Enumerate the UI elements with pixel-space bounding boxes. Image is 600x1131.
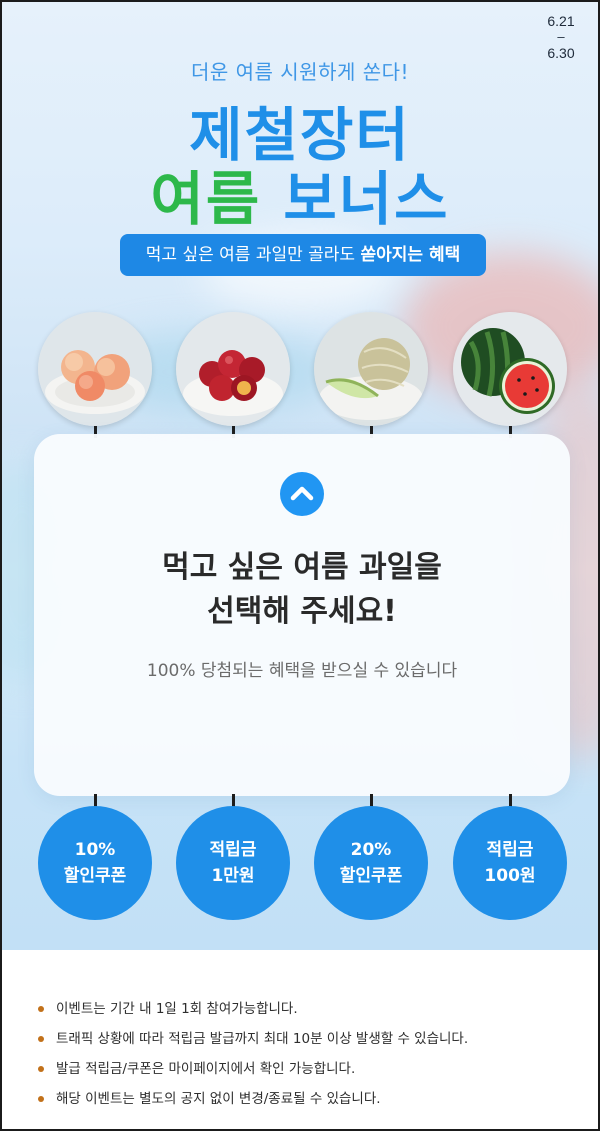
hero-subtitle: 더운 여름 시원하게 쏜다! (190, 60, 410, 84)
pill-bold-text: 쏟아지는 혜택 (360, 245, 461, 265)
fruit-melon-button[interactable] (314, 312, 428, 426)
card-title-line2: 선택해 주세요! (207, 594, 397, 629)
event-period: 6.21 – 6.30 (540, 12, 582, 62)
hero-title-line2: 여름 보너스 (2, 152, 598, 236)
reward-coupon-20[interactable]: 20% 할인쿠폰 (314, 806, 428, 920)
fruit-peach-button[interactable] (38, 312, 152, 426)
bullet-icon (38, 1066, 44, 1072)
hero-section: 6.21 – 6.30 더운 여름 시원하게 쏜다! 제철장터 여름 보너스 먹… (2, 2, 598, 950)
note-text: 이벤트는 기간 내 1일 1회 참여가능합니다. (56, 1001, 298, 1017)
note-item: 해당 이벤트는 별도의 공지 없이 변경/종료될 수 있습니다. (38, 1084, 578, 1114)
note-text: 해당 이벤트는 별도의 공지 없이 변경/종료될 수 있습니다. (56, 1091, 381, 1107)
reward-line2: 1만원 (211, 866, 255, 886)
chevron-up-icon (290, 486, 314, 501)
melon-image (314, 312, 428, 426)
watermelon-image (453, 312, 567, 426)
date-start: 6.21 (547, 13, 575, 29)
selection-card: 먹고 싶은 여름 과일을 선택해 주세요! 100% 당첨되는 혜택을 받으실 … (34, 434, 570, 796)
chevron-up-button[interactable] (280, 472, 324, 516)
fruit-watermelon-button[interactable] (453, 312, 567, 426)
plum-image (176, 312, 290, 426)
bullet-icon (38, 1006, 44, 1012)
reward-line1: 적립금 (486, 840, 534, 860)
date-dash: – (557, 29, 565, 44)
hero-title-summer: 여름 (150, 165, 262, 233)
card-description: 100% 당첨되는 혜택을 받으실 수 있습니다 (146, 661, 458, 681)
bullet-icon (38, 1096, 44, 1102)
reward-coupon-10[interactable]: 10% 할인쿠폰 (38, 806, 152, 920)
card-title: 먹고 싶은 여름 과일을 선택해 주세요! (34, 546, 570, 634)
note-item: 이벤트는 기간 내 1일 1회 참여가능합니다. (38, 994, 578, 1024)
event-page: 6.21 – 6.30 더운 여름 시원하게 쏜다! 제철장터 여름 보너스 먹… (0, 0, 600, 1131)
note-text: 트래픽 상황에 따라 적립금 발급까지 최대 10분 이상 발생할 수 있습니다… (56, 1031, 469, 1047)
peach-image (38, 312, 152, 426)
note-text: 발급 적립금/쿠폰은 마이페이지에서 확인 가능합니다. (56, 1061, 356, 1077)
card-title-line1: 먹고 싶은 여름 과일을 (162, 550, 442, 585)
note-item: 트래픽 상황에 따라 적립금 발급까지 최대 10분 이상 발생할 수 있습니다… (38, 1024, 578, 1054)
reward-line1: 20% (350, 840, 392, 860)
reward-line2: 100원 (484, 866, 536, 886)
reward-points-10000[interactable]: 적립금 1만원 (176, 806, 290, 920)
reward-line1: 10% (74, 840, 116, 860)
reward-line1: 적립금 (209, 840, 257, 860)
reward-points-100[interactable]: 적립금 100원 (453, 806, 567, 920)
event-notes: 이벤트는 기간 내 1일 1회 참여가능합니다. 트래픽 상황에 따라 적립금 … (38, 994, 578, 1114)
reward-line2: 할인쿠폰 (339, 866, 403, 886)
bullet-icon (38, 1036, 44, 1042)
hero-title-bonus: 보너스 (283, 165, 450, 233)
pill-text: 먹고 싶은 여름 과일만 골라도 (145, 245, 356, 265)
fruit-plum-button[interactable] (176, 312, 290, 426)
note-item: 발급 적립금/쿠폰은 마이페이지에서 확인 가능합니다. (38, 1054, 578, 1084)
benefit-pill: 먹고 싶은 여름 과일만 골라도 쏟아지는 혜택 (120, 234, 486, 276)
reward-line2: 할인쿠폰 (63, 866, 127, 886)
